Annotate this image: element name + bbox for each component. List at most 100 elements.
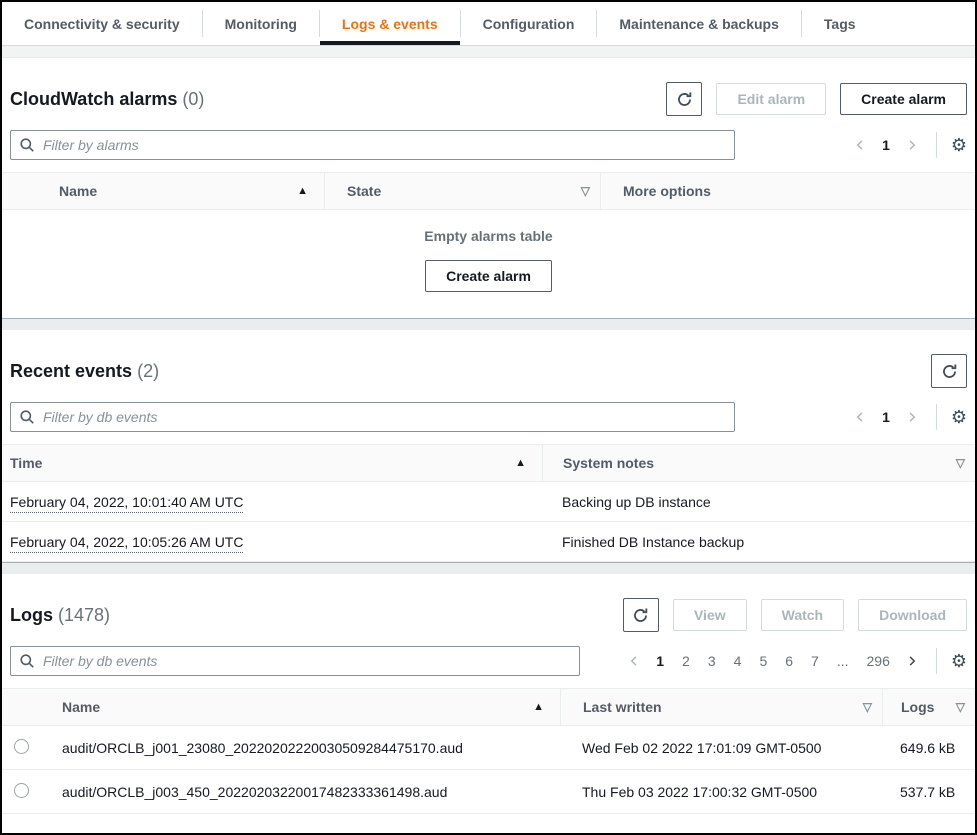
sort-descending-icon[interactable]: ▽ <box>581 184 590 198</box>
events-table-header: Time ▲ System notes ▽ <box>2 444 975 482</box>
log-row-radio[interactable] <box>14 739 29 754</box>
events-count: (2) <box>137 361 159 381</box>
logs-pagination: 1 2 3 4 5 6 7 ... 296 ⚙ <box>624 648 967 674</box>
events-pagination: 1 ⚙ <box>850 404 967 430</box>
event-time: February 04, 2022, 10:05:26 AM UTC <box>2 534 542 550</box>
create-alarm-button[interactable]: Create alarm <box>840 83 967 115</box>
cloudwatch-alarms-title: CloudWatch alarms (0) <box>10 89 204 110</box>
page-number[interactable]: 1 <box>876 407 896 427</box>
page-ellipsis: ... <box>831 651 855 671</box>
logs-column-size[interactable]: Logs ▽ <box>882 689 975 725</box>
pager-divider <box>936 648 937 674</box>
cloudwatch-alarms-section: CloudWatch alarms (0) Edit alarm Create … <box>2 58 975 318</box>
events-column-time[interactable]: Time ▲ <box>2 445 542 481</box>
page-number-6[interactable]: 6 <box>779 651 799 671</box>
search-icon <box>19 137 35 153</box>
tab-bar: Connectivity & security Monitoring Logs … <box>2 2 975 46</box>
log-last-written: Wed Feb 02 2022 17:01:09 GMT-0500 <box>560 740 882 756</box>
page-number-4[interactable]: 4 <box>728 651 748 671</box>
log-row-radio[interactable] <box>14 783 29 798</box>
refresh-icon <box>632 607 649 624</box>
settings-gear-icon[interactable]: ⚙ <box>951 408 967 426</box>
watch-button[interactable]: Watch <box>761 599 844 631</box>
logs-filter-input[interactable] <box>10 646 580 676</box>
log-last-written: Thu Feb 03 2022 17:00:32 GMT-0500 <box>560 784 882 800</box>
events-refresh-button[interactable] <box>931 354 967 388</box>
event-note: Finished DB Instance backup <box>542 534 975 550</box>
selection-column-header <box>2 173 59 209</box>
recent-events-title: Recent events (2) <box>10 361 159 382</box>
alarms-count: (0) <box>182 89 204 109</box>
download-button[interactable]: Download <box>858 599 967 631</box>
previous-page-icon[interactable] <box>850 136 870 154</box>
page-number-5[interactable]: 5 <box>753 651 773 671</box>
log-size: 649.6 kB <box>882 740 975 756</box>
logs-title: Logs (1478) <box>10 605 110 626</box>
recent-events-section: Recent events (2) <box>2 330 975 562</box>
events-filter <box>10 402 735 432</box>
next-page-icon[interactable] <box>902 136 922 154</box>
tab-tags[interactable]: Tags <box>802 2 878 45</box>
search-icon <box>19 653 35 669</box>
section-gap <box>2 562 975 574</box>
edit-alarm-button[interactable]: Edit alarm <box>716 83 826 115</box>
refresh-icon <box>941 363 958 380</box>
settings-gear-icon[interactable]: ⚙ <box>951 136 967 154</box>
logs-column-last-written[interactable]: Last written ▽ <box>560 689 882 725</box>
next-page-icon[interactable] <box>902 408 922 426</box>
log-file-name: audit/ORCLB_j001_23080_20220202220030509… <box>50 740 560 756</box>
alarms-empty-state: Empty alarms table Create alarm <box>2 210 975 318</box>
event-row: February 04, 2022, 10:05:26 AM UTC Finis… <box>2 522 975 562</box>
alarms-pagination: 1 ⚙ <box>850 132 967 158</box>
settings-gear-icon[interactable]: ⚙ <box>951 652 967 670</box>
page-number-2[interactable]: 2 <box>676 651 696 671</box>
refresh-icon <box>676 91 693 108</box>
sort-descending-icon[interactable]: ▽ <box>956 700 965 714</box>
alarms-filter-input[interactable] <box>10 130 735 160</box>
sort-ascending-icon[interactable]: ▲ <box>533 701 544 713</box>
sort-descending-icon[interactable]: ▽ <box>956 456 965 470</box>
empty-create-alarm-button[interactable]: Create alarm <box>425 260 552 292</box>
alarms-filter <box>10 130 735 160</box>
section-gap <box>2 46 975 58</box>
logs-section: Logs (1478) View Watch Download <box>2 574 975 814</box>
page-number[interactable]: 1 <box>876 135 896 155</box>
previous-page-icon[interactable] <box>624 652 644 670</box>
tab-logs-events[interactable]: Logs & events <box>320 2 460 45</box>
alarms-refresh-button[interactable] <box>666 82 702 116</box>
tab-maintenance-backups[interactable]: Maintenance & backups <box>597 2 801 45</box>
next-page-icon[interactable] <box>902 652 922 670</box>
tab-connectivity-security[interactable]: Connectivity & security <box>2 2 202 45</box>
page-number-1[interactable]: 1 <box>650 651 670 671</box>
logs-refresh-button[interactable] <box>623 598 659 632</box>
tab-configuration[interactable]: Configuration <box>461 2 597 45</box>
page-number-7[interactable]: 7 <box>805 651 825 671</box>
alarms-empty-text: Empty alarms table <box>2 228 975 244</box>
previous-page-icon[interactable] <box>850 408 870 426</box>
event-time: February 04, 2022, 10:01:40 AM UTC <box>2 494 542 510</box>
events-filter-input[interactable] <box>10 402 735 432</box>
logs-filter <box>10 646 580 676</box>
tab-monitoring[interactable]: Monitoring <box>203 2 319 45</box>
alarms-column-more-options: More options <box>600 173 975 209</box>
log-file-name: audit/ORCLB_j003_450_2022020322001748233… <box>50 784 560 800</box>
search-icon <box>19 409 35 425</box>
rds-logs-events-panel: Connectivity & security Monitoring Logs … <box>0 0 977 835</box>
logs-count: (1478) <box>58 605 110 625</box>
pager-divider <box>936 404 937 430</box>
sort-ascending-icon[interactable]: ▲ <box>515 457 526 469</box>
alarms-table-header: Name ▲ State ▽ More options <box>2 172 975 210</box>
sort-ascending-icon[interactable]: ▲ <box>297 185 308 197</box>
view-button[interactable]: View <box>673 599 747 631</box>
events-column-system-notes[interactable]: System notes ▽ <box>542 445 975 481</box>
selection-column-header <box>2 689 50 725</box>
page-number-3[interactable]: 3 <box>702 651 722 671</box>
log-size: 537.7 kB <box>882 784 975 800</box>
alarms-column-name[interactable]: Name ▲ <box>59 173 324 209</box>
logs-table-header: Name ▲ Last written ▽ Logs ▽ <box>2 688 975 726</box>
log-row: audit/ORCLB_j003_450_2022020322001748233… <box>2 770 975 814</box>
page-number-296[interactable]: 296 <box>861 651 896 671</box>
logs-column-name[interactable]: Name ▲ <box>50 689 560 725</box>
alarms-column-state[interactable]: State ▽ <box>324 173 600 209</box>
sort-descending-icon[interactable]: ▽ <box>863 700 872 714</box>
